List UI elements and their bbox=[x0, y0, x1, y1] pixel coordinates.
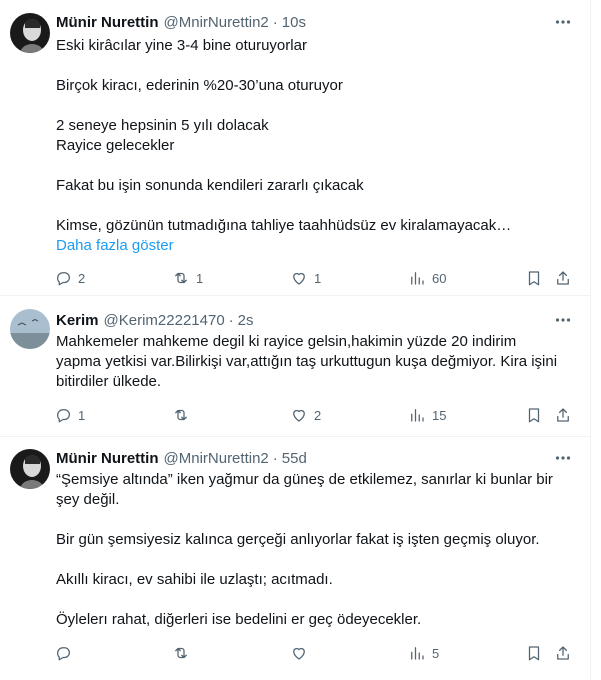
author-handle[interactable]: @Kerim22221470 bbox=[104, 312, 225, 329]
share-icon bbox=[557, 646, 569, 660]
bookmark-button[interactable] bbox=[525, 404, 543, 426]
separator-dot: · bbox=[272, 449, 278, 467]
more-dots-icon[interactable] bbox=[553, 310, 573, 330]
reply-button[interactable]: 2 bbox=[54, 267, 85, 289]
share-button[interactable] bbox=[554, 267, 572, 289]
bookmark-icon bbox=[528, 646, 540, 661]
text-line: bitirdiler ülkede. bbox=[56, 373, 162, 390]
like-count: 2 bbox=[314, 407, 322, 423]
avatar[interactable] bbox=[10, 13, 50, 53]
text-line: Bir gün şemsiyesiz kalınca gerçeği anlıy… bbox=[56, 531, 540, 548]
timestamp[interactable]: 10s bbox=[282, 14, 306, 31]
reply-count: 1 bbox=[78, 407, 86, 423]
like-button[interactable] bbox=[290, 642, 308, 664]
author-name[interactable]: Kerim bbox=[56, 312, 99, 329]
text-line: Akıllı kiracı, ev sahibi ile uzlaştı; ac… bbox=[56, 571, 333, 588]
share-button[interactable] bbox=[554, 404, 572, 426]
views-chart-icon bbox=[411, 409, 424, 422]
heart-icon bbox=[293, 409, 305, 422]
share-icon bbox=[557, 271, 569, 285]
repost-icon bbox=[175, 409, 187, 421]
text-line: Kimse, gözünün tutmadığına tahliye taahh… bbox=[56, 217, 512, 234]
repost-icon bbox=[175, 272, 187, 284]
views-button[interactable]: 60 bbox=[408, 267, 446, 289]
like-count: 1 bbox=[314, 270, 322, 286]
tweet-text: “Şemsiye altında” iken yağmur da güneş d… bbox=[56, 470, 576, 630]
text-line: Fakat bu işin sonunda kendileri zararlı … bbox=[56, 177, 364, 194]
repost-button[interactable]: 1 bbox=[172, 267, 203, 289]
text-line: yapma yetkisi var.Bilirkişi var,attığın … bbox=[56, 353, 558, 370]
text-line: Mahkemeler mahkeme degil ki rayice gelsi… bbox=[56, 333, 517, 350]
heart-icon bbox=[293, 272, 305, 285]
author-handle[interactable]: @MnirNurettin2 bbox=[164, 450, 269, 467]
tweet-actions: 5 bbox=[54, 642, 579, 664]
tweet-header: Kerim @Kerim22221470 · 2s bbox=[56, 310, 254, 330]
bookmark-icon bbox=[528, 271, 540, 286]
reply-button[interactable]: 1 bbox=[54, 404, 85, 426]
avatar[interactable] bbox=[10, 309, 50, 349]
views-button[interactable]: 15 bbox=[408, 404, 446, 426]
timestamp[interactable]: 2s bbox=[238, 312, 254, 329]
author-handle[interactable]: @MnirNurettin2 bbox=[164, 14, 269, 31]
tweet-header: Münir Nurettin @MnirNurettin2 · 10s bbox=[56, 12, 306, 32]
share-icon bbox=[557, 408, 569, 422]
bookmark-button[interactable] bbox=[525, 267, 543, 289]
tweet[interactable]: Münir Nurettin @MnirNurettin2 · 10s Eski… bbox=[0, 0, 591, 296]
views-chart-icon bbox=[411, 272, 424, 285]
author-name[interactable]: Münir Nurettin bbox=[56, 14, 159, 31]
reply-button[interactable] bbox=[54, 642, 72, 664]
repost-button[interactable] bbox=[172, 404, 190, 426]
views-count: 60 bbox=[432, 270, 447, 286]
tweet-actions: 2 1 1 60 bbox=[54, 267, 579, 289]
tweet[interactable]: Münir Nurettin @MnirNurettin2 · 55d “Şem… bbox=[0, 438, 591, 680]
views-chart-icon bbox=[411, 647, 424, 660]
timestamp[interactable]: 55d bbox=[282, 450, 307, 467]
repost-icon bbox=[175, 647, 187, 659]
show-more-link[interactable]: Daha fazla göster bbox=[56, 236, 576, 256]
text-line: Eski kirâcılar yine 3-4 bine oturuyorlar bbox=[56, 37, 307, 54]
text-line: Öylelerı rahat, diğerleri ise bedelini e… bbox=[56, 611, 422, 628]
views-button[interactable]: 5 bbox=[408, 642, 439, 664]
views-count: 15 bbox=[432, 407, 447, 423]
text-line: Rayice gelecekler bbox=[56, 137, 175, 154]
text-line: şey değil. bbox=[56, 491, 120, 508]
repost-count: 1 bbox=[196, 270, 204, 286]
repost-button[interactable] bbox=[172, 642, 190, 664]
reply-icon bbox=[57, 409, 70, 423]
like-button[interactable]: 1 bbox=[290, 267, 321, 289]
timeline-feed: Münir Nurettin @MnirNurettin2 · 10s Eski… bbox=[0, 0, 591, 680]
author-name[interactable]: Münir Nurettin bbox=[56, 450, 159, 467]
bookmark-button[interactable] bbox=[525, 642, 543, 664]
separator-dot: · bbox=[228, 311, 234, 329]
reply-icon bbox=[57, 272, 70, 286]
reply-icon bbox=[57, 647, 70, 661]
avatar[interactable] bbox=[10, 449, 50, 489]
more-dots-icon[interactable] bbox=[553, 12, 573, 32]
reply-count: 2 bbox=[78, 270, 86, 286]
more-dots-icon[interactable] bbox=[553, 448, 573, 468]
share-button[interactable] bbox=[554, 642, 572, 664]
text-line: 2 seneye hepsinin 5 yılı dolacak bbox=[56, 117, 269, 134]
text-line: “Şemsiye altında” iken yağmur da güneş d… bbox=[56, 471, 553, 488]
tweet-header: Münir Nurettin @MnirNurettin2 · 55d bbox=[56, 448, 307, 468]
heart-icon bbox=[293, 647, 305, 660]
bookmark-icon bbox=[528, 408, 540, 423]
tweet[interactable]: Kerim @Kerim22221470 · 2s Mahkemeler mah… bbox=[0, 297, 591, 437]
separator-dot: · bbox=[272, 13, 278, 31]
like-button[interactable]: 2 bbox=[290, 404, 321, 426]
tweet-text: Mahkemeler mahkeme degil ki rayice gelsi… bbox=[56, 332, 576, 392]
tweet-actions: 1 2 15 bbox=[54, 404, 579, 426]
tweet-text: Eski kirâcılar yine 3-4 bine oturuyorlar… bbox=[56, 36, 576, 256]
text-line: Birçok kiracı, ederinin %20-30’una oturu… bbox=[56, 77, 343, 94]
views-count: 5 bbox=[432, 645, 440, 661]
